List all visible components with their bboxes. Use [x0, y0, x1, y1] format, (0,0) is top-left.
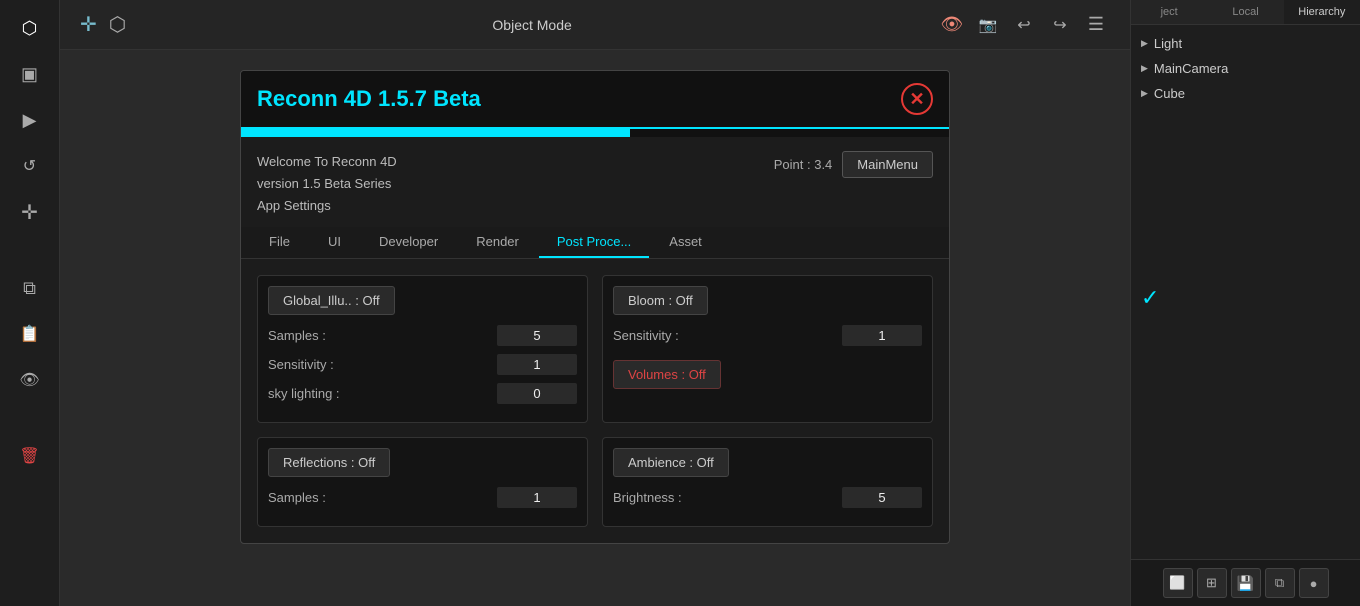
redo-icon[interactable]: ↪	[1046, 11, 1074, 39]
bloom-sensitivity-label: Sensitivity :	[613, 328, 679, 343]
undo-icon[interactable]: ↩	[1010, 11, 1038, 39]
ambience-panel: Ambience : Off Brightness :	[602, 437, 933, 527]
modal-title-bar: Reconn 4D 1.5.7 Beta ✕	[241, 71, 949, 129]
sensitivity-row: Sensitivity :	[268, 354, 577, 375]
maincamera-label: MainCamera	[1154, 61, 1228, 76]
menu-icon[interactable]: ☰	[1082, 11, 1110, 39]
modal-title: Reconn 4D 1.5.7 Beta	[257, 86, 481, 112]
progress-bar-container	[241, 129, 949, 137]
right-panel: ject Local Hierarchy ▶ Light ▶ MainCamer…	[1130, 0, 1360, 606]
volumes-button[interactable]: Volumes : Off	[613, 360, 721, 389]
ambience-brightness-label: Brightness :	[613, 490, 682, 505]
checkmark-icon: ✓	[1141, 285, 1159, 311]
play-icon[interactable]: ▶	[12, 102, 48, 138]
global-illum-button[interactable]: Global_Illu.. : Off	[268, 286, 395, 315]
info-line3: App Settings	[257, 195, 397, 217]
right-bottom-icons: ⬜ ⊞ 💾 ⧉ ●	[1131, 559, 1360, 606]
bloom-panel: Bloom : Off Sensitivity : Volumes : Off	[602, 275, 933, 423]
sensitivity-label: Sensitivity :	[268, 357, 334, 372]
right-panel-tabs: ject Local Hierarchy	[1131, 0, 1360, 25]
hierarchy-item-cube[interactable]: ▶ Cube	[1131, 81, 1360, 106]
tab-asset[interactable]: Asset	[651, 227, 720, 258]
eye-icon[interactable]: 👁	[12, 362, 48, 398]
clipboard-icon[interactable]: 📋	[12, 316, 48, 352]
cube-label: Cube	[1154, 86, 1185, 101]
close-button[interactable]: ✕	[901, 83, 933, 115]
main-menu-button[interactable]: MainMenu	[842, 151, 933, 178]
move-icon[interactable]: ✛	[12, 194, 48, 230]
samples-input[interactable]	[497, 325, 577, 346]
modal-overlay: Reconn 4D 1.5.7 Beta ✕ Welcome To Reconn…	[60, 50, 1130, 606]
cube-icon[interactable]: ⬡	[12, 10, 48, 46]
global-illum-panel: Global_Illu.. : Off Samples : Sensitivit…	[257, 275, 588, 423]
modal-content: Global_Illu.. : Off Samples : Sensitivit…	[241, 259, 949, 543]
rb-icon-screen[interactable]: ⬜	[1163, 568, 1193, 598]
sky-lighting-label: sky lighting :	[268, 386, 340, 401]
hierarchy-panel: ▶ Light ▶ MainCamera ▶ Cube	[1131, 25, 1360, 279]
info-line2: version 1.5 Beta Series	[257, 173, 397, 195]
triangle-icon-cube: ▶	[1141, 88, 1148, 99]
tab-render[interactable]: Render	[458, 227, 537, 258]
rb-icon-copy[interactable]: ⧉	[1265, 568, 1295, 598]
sensitivity-input[interactable]	[497, 354, 577, 375]
square-icon[interactable]: ▣	[12, 56, 48, 92]
triangle-icon-maincamera: ▶	[1141, 63, 1148, 74]
ambience-button[interactable]: Ambience : Off	[613, 448, 729, 477]
samples-row: Samples :	[268, 325, 577, 346]
modal-info-text: Welcome To Reconn 4D version 1.5 Beta Se…	[257, 151, 397, 217]
tab-post-proce[interactable]: Post Proce...	[539, 227, 649, 258]
right-tab-local[interactable]: Local	[1207, 0, 1283, 24]
rb-icon-circle[interactable]: ●	[1299, 568, 1329, 598]
info-line1: Welcome To Reconn 4D	[257, 151, 397, 173]
ambience-brightness-row: Brightness :	[613, 487, 922, 508]
progress-bar	[241, 129, 630, 137]
sky-lighting-row: sky lighting :	[268, 383, 577, 404]
samples-label: Samples :	[268, 328, 326, 343]
rb-icon-grid[interactable]: ⊞	[1197, 568, 1227, 598]
point-label: Point : 3.4	[774, 157, 833, 172]
modal-dialog: Reconn 4D 1.5.7 Beta ✕ Welcome To Reconn…	[240, 70, 950, 544]
hierarchy-item-maincamera[interactable]: ▶ MainCamera	[1131, 56, 1360, 81]
tab-developer[interactable]: Developer	[361, 227, 456, 258]
tab-ui[interactable]: UI	[310, 227, 359, 258]
reflections-samples-row: Samples :	[268, 487, 577, 508]
reflections-samples-input[interactable]	[497, 487, 577, 508]
right-tab-hierarchy[interactable]: Hierarchy	[1284, 0, 1360, 24]
top-bar-left: ✛ ⬡	[80, 12, 126, 37]
modal-header-info: Welcome To Reconn 4D version 1.5 Beta Se…	[241, 137, 949, 227]
cube-3d-icon: ⬡	[109, 12, 126, 37]
rb-icon-save[interactable]: 💾	[1231, 568, 1261, 598]
hierarchy-item-light[interactable]: ▶ Light	[1131, 31, 1360, 56]
main-area: ✛ ⬡ Object Mode 👁 📷 ↩ ↪ ☰ Reconn 4D 1.5.…	[60, 0, 1130, 606]
visibility-icon[interactable]: 👁	[938, 11, 966, 39]
tab-file[interactable]: File	[251, 227, 308, 258]
bloom-sensitivity-row: Sensitivity :	[613, 325, 922, 346]
checkmark-area: ✓	[1131, 279, 1360, 317]
reflections-panel: Reflections : Off Samples :	[257, 437, 588, 527]
camera-icon[interactable]: 📷	[974, 11, 1002, 39]
sky-lighting-input[interactable]	[497, 383, 577, 404]
left-sidebar: ⬡ ▣ ▶ ↺ ✛ ⧉ 📋 👁 🗑	[0, 0, 60, 606]
ambience-brightness-input[interactable]	[842, 487, 922, 508]
top-bar: ✛ ⬡ Object Mode 👁 📷 ↩ ↪ ☰	[60, 0, 1130, 50]
triangle-icon-light: ▶	[1141, 38, 1148, 49]
reflections-button[interactable]: Reflections : Off	[268, 448, 390, 477]
trash-icon[interactable]: 🗑	[12, 438, 48, 474]
axes-icon: ✛	[80, 12, 97, 37]
modal-info-right: Point : 3.4 MainMenu	[774, 151, 933, 178]
top-bar-right: 👁 📷 ↩ ↪ ☰	[938, 11, 1110, 39]
layers-icon[interactable]: ⧉	[12, 270, 48, 306]
light-label: Light	[1154, 36, 1182, 51]
refresh-icon[interactable]: ↺	[12, 148, 48, 184]
modal-tabs: File UI Developer Render Post Proce... A…	[241, 227, 949, 259]
viewport-area: Reconn 4D 1.5.7 Beta ✕ Welcome To Reconn…	[60, 50, 1130, 606]
reflections-samples-label: Samples :	[268, 490, 326, 505]
bloom-button[interactable]: Bloom : Off	[613, 286, 708, 315]
right-tab-ject[interactable]: ject	[1131, 0, 1207, 24]
bloom-sensitivity-input[interactable]	[842, 325, 922, 346]
mode-label: Object Mode	[492, 17, 571, 33]
